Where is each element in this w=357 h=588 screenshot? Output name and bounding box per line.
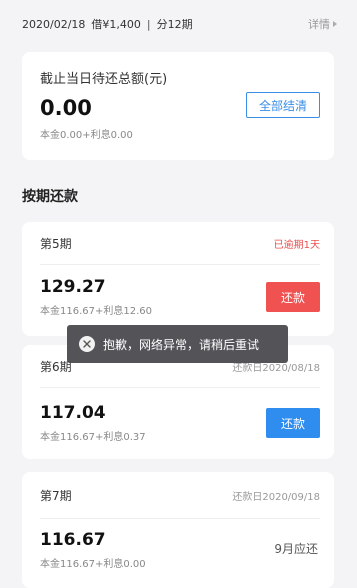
summary-card: 截止当日待还总额(元) 0.00 本金0.00+利息0.00 全部结清 <box>22 52 334 160</box>
period-amount: 117.04 <box>40 403 106 423</box>
repay-button[interactable]: 还款 <box>266 282 320 312</box>
details-label: 详情 <box>308 18 330 31</box>
due-note: 9月应还 <box>274 542 318 556</box>
loan-amount: 借¥1,400 <box>91 18 141 31</box>
loan-date: 2020/02/18 <box>22 17 86 31</box>
period-status: 还款日2020/09/18 <box>232 491 320 503</box>
section-title: 按期还款 <box>22 189 78 205</box>
period-breakdown: 本金116.67+利息0.00 <box>40 559 146 570</box>
period-amount: 129.27 <box>40 277 106 297</box>
repay-button[interactable]: 还款 <box>266 408 320 438</box>
loan-info: 2020/02/18 借¥1,400 | 分12期 <box>22 16 193 32</box>
details-link[interactable]: 详情 <box>308 16 337 32</box>
close-icon <box>79 336 95 352</box>
period-card: 第5期 已逾期1天 129.27 本金116.67+利息12.60 还款 <box>22 222 334 336</box>
summary-title: 截止当日待还总额(元) <box>40 72 168 87</box>
loan-header: 2020/02/18 借¥1,400 | 分12期 详情 <box>0 0 357 48</box>
period-amount: 116.67 <box>40 530 106 550</box>
summary-breakdown: 本金0.00+利息0.00 <box>40 130 133 141</box>
header-separator: | <box>146 17 151 31</box>
period-breakdown: 本金116.67+利息0.37 <box>40 432 146 443</box>
period-breakdown: 本金116.67+利息12.60 <box>40 306 152 317</box>
period-name: 第5期 <box>40 236 72 251</box>
toast-message: 抱歉，网络异常，请稍后重试 <box>103 337 260 352</box>
error-toast: 抱歉，网络异常，请稍后重试 <box>67 325 288 363</box>
period-status: 已逾期1天 <box>273 239 320 251</box>
settle-all-button[interactable]: 全部结清 <box>246 92 320 118</box>
chevron-right-icon <box>333 21 337 27</box>
period-card: 第7期 还款日2020/09/18 116.67 本金116.67+利息0.00… <box>22 472 334 588</box>
period-name: 第7期 <box>40 488 72 503</box>
loan-installments: 分12期 <box>156 18 193 31</box>
